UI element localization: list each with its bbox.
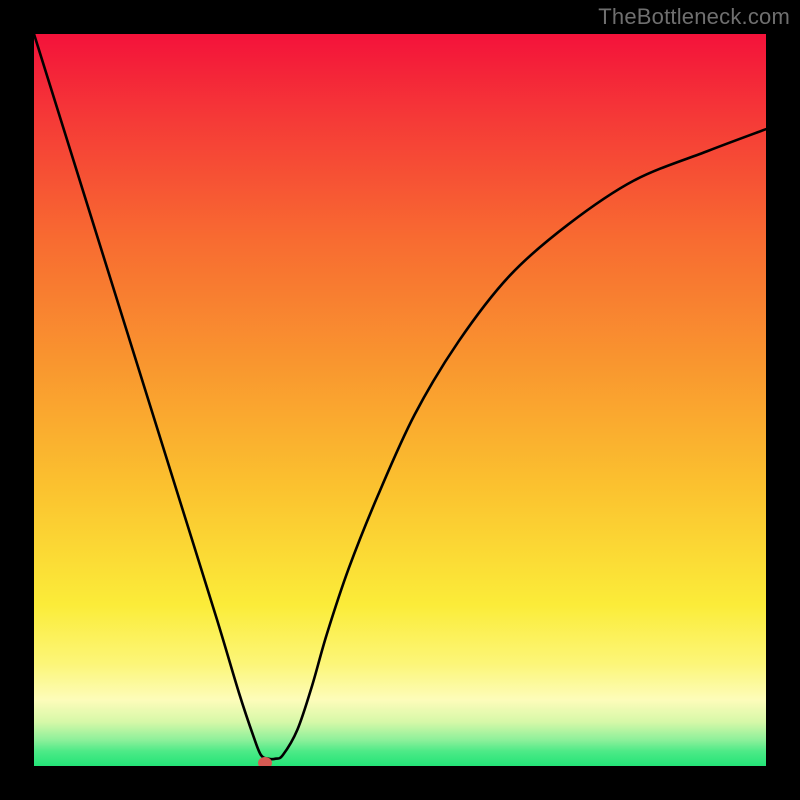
bottleneck-curve: [34, 34, 766, 759]
min-point-dot: [258, 757, 272, 766]
watermark-text: TheBottleneck.com: [598, 4, 790, 30]
plot-area: [34, 34, 766, 766]
curve-layer: [34, 34, 766, 766]
